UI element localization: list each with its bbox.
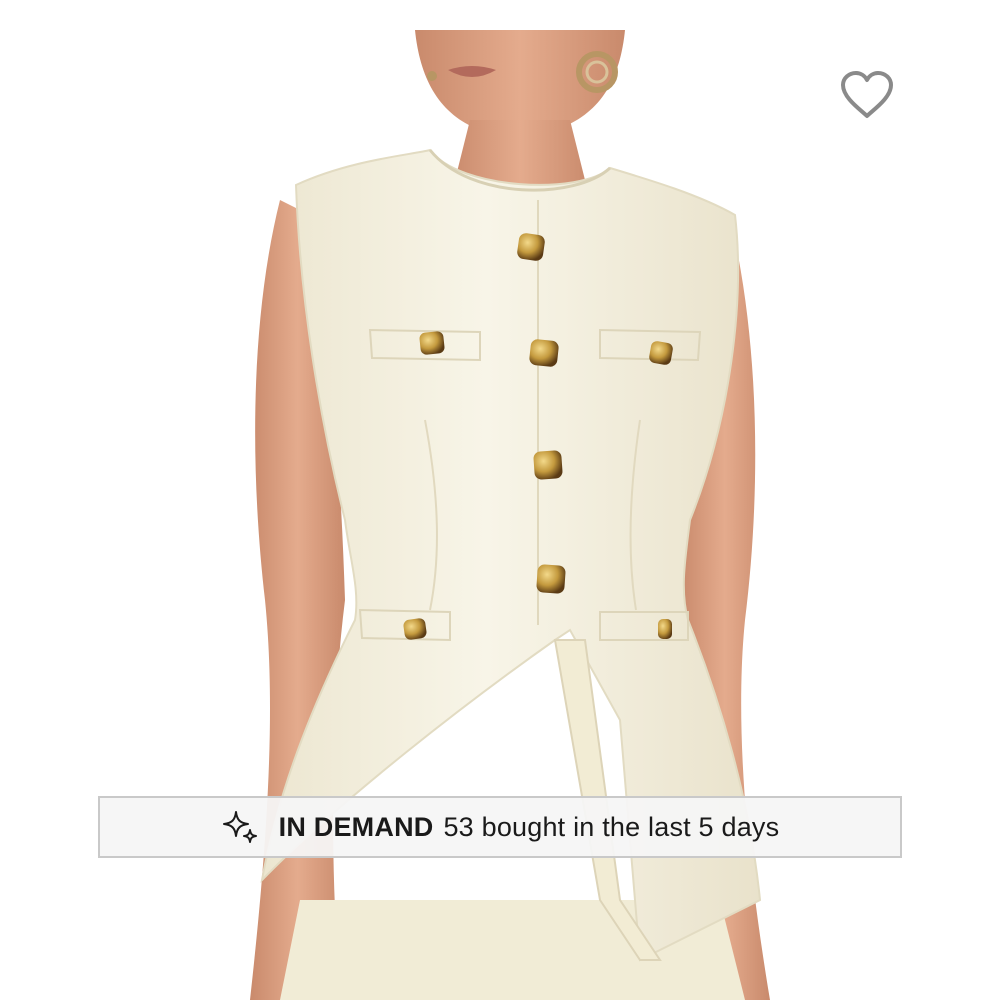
sparkle-icon <box>221 807 261 847</box>
heart-outline-icon <box>841 71 893 118</box>
purchase-count-text: 53 bought in the last 5 days <box>443 811 780 842</box>
wishlist-button[interactable] <box>836 66 898 124</box>
product-card[interactable]: IN DEMAND 53 bought in the last 5 days <box>0 0 1000 1000</box>
in-demand-banner: IN DEMAND 53 bought in the last 5 days <box>98 796 902 858</box>
in-demand-label: IN DEMAND <box>278 811 434 842</box>
